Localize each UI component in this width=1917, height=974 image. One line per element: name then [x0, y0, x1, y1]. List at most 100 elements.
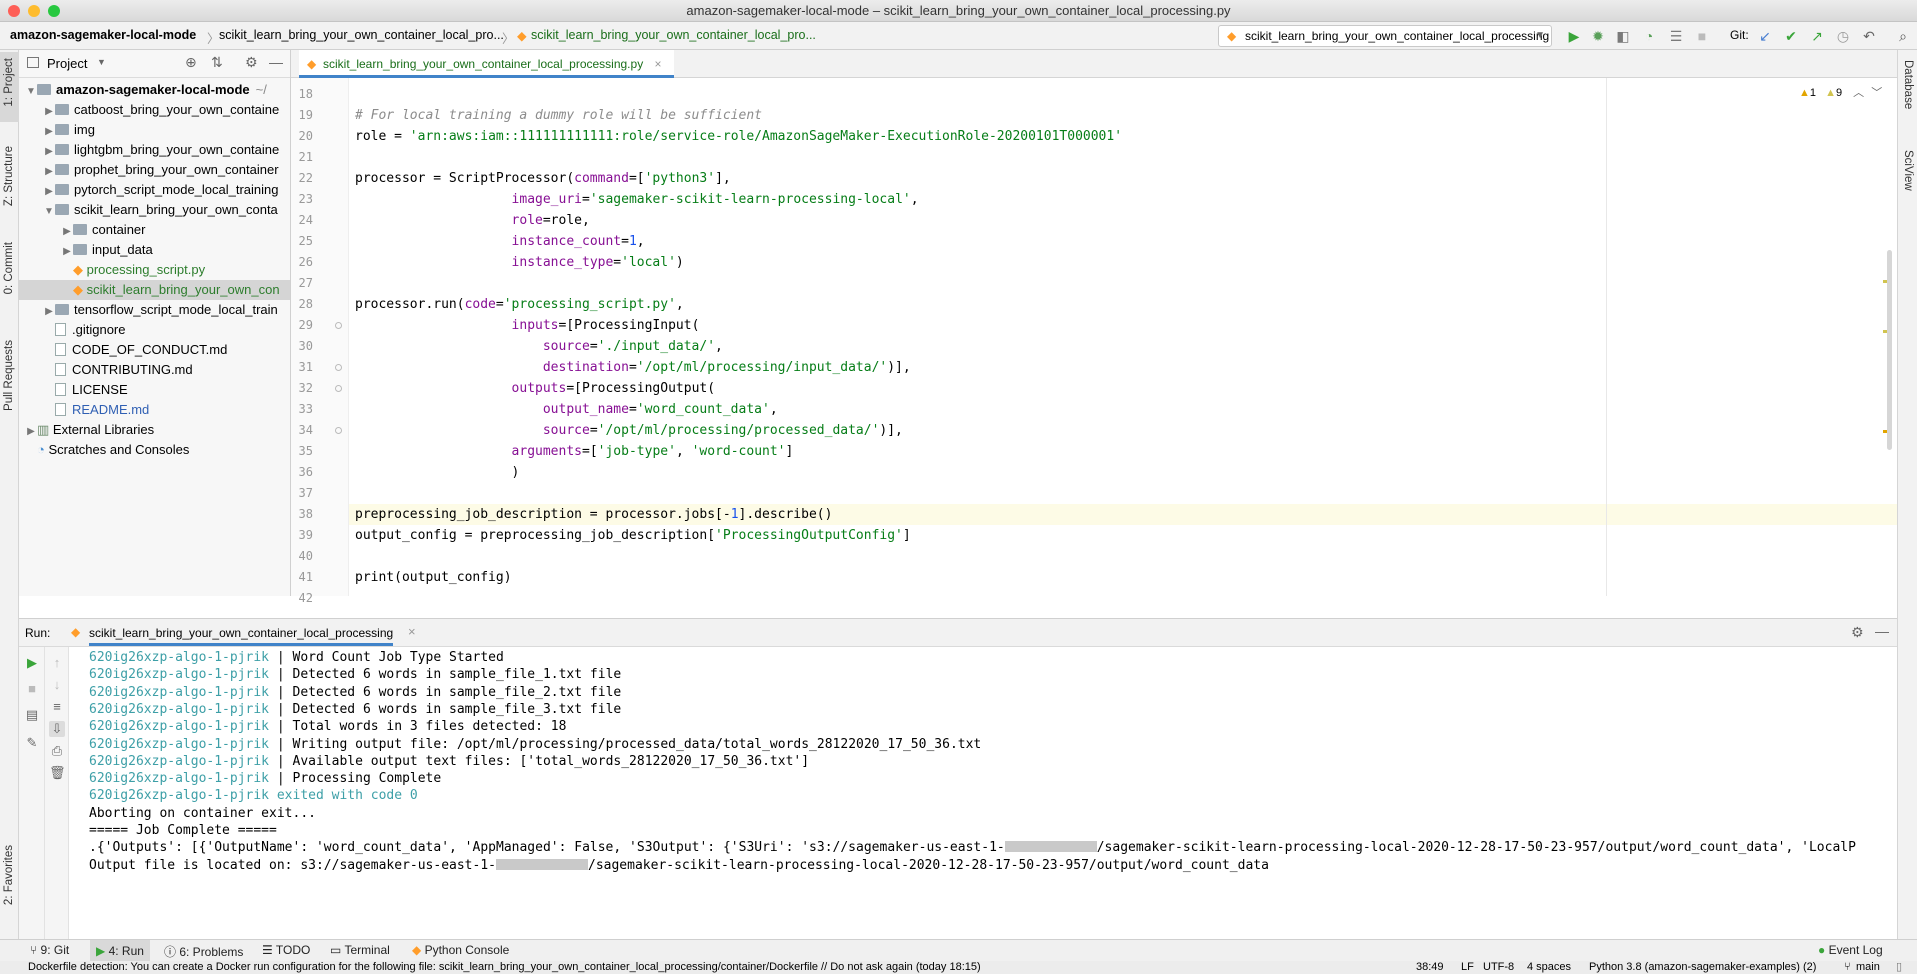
- run-tab[interactable]: scikit_learn_bring_your_own_container_lo…: [89, 626, 394, 646]
- breadcrumb-folder[interactable]: scikit_learn_bring_your_own_container_lo…: [219, 28, 504, 42]
- zoom-window-button[interactable]: [48, 5, 60, 17]
- soft-wrap-icon[interactable]: ≡: [49, 699, 65, 715]
- status-message[interactable]: Dockerfile detection: You can create a D…: [28, 961, 981, 974]
- chevron-right-icon[interactable]: ▶: [43, 182, 55, 202]
- fold-marker-icon[interactable]: [335, 427, 342, 434]
- inspection-widget[interactable]: ▲1 ▲9 ︿ ﹀: [1799, 84, 1882, 100]
- tree-item[interactable]: ▶ prophet_bring_your_own_container: [19, 160, 290, 182]
- tree-item[interactable]: ▶ ▥ External Libraries: [19, 420, 290, 442]
- locate-icon[interactable]: ⊕: [185, 54, 197, 71]
- breadcrumb-project[interactable]: amazon-sagemaker-local-mode: [10, 28, 196, 42]
- arrow-up-icon[interactable]: ↑: [49, 655, 65, 671]
- chevron-down-icon[interactable]: ▼: [43, 202, 55, 222]
- tree-item[interactable]: ▶ img: [19, 120, 290, 142]
- hide-panel-icon[interactable]: —: [269, 54, 283, 70]
- git-push-icon[interactable]: ↗: [1808, 27, 1826, 45]
- chevron-right-icon[interactable]: ▶: [61, 242, 73, 262]
- layout-icon[interactable]: ▤: [24, 707, 40, 723]
- pull-requests-tool-tab[interactable]: Pull Requests: [3, 340, 15, 411]
- tree-item[interactable]: .gitignore: [19, 320, 290, 340]
- tree-item[interactable]: ◆ scikit_learn_bring_your_own_con: [19, 280, 290, 300]
- arrow-down-icon[interactable]: ↓: [49, 677, 65, 693]
- favorites-tool-tab[interactable]: 2: Favorites: [3, 845, 15, 905]
- editor-scrollbar-thumb[interactable]: [1887, 250, 1892, 450]
- tree-item[interactable]: ▼ scikit_learn_bring_your_own_conta: [19, 200, 290, 222]
- debug-icon[interactable]: ✹: [1589, 27, 1607, 45]
- structure-tool-tab[interactable]: Z: Structure: [3, 146, 15, 206]
- editor-tab-active[interactable]: ◆ scikit_learn_bring_your_own_container_…: [299, 50, 674, 78]
- coverage-icon[interactable]: ◧: [1614, 27, 1632, 45]
- gear-icon[interactable]: ⚙: [245, 54, 258, 71]
- chevron-down-icon[interactable]: ﹀: [1871, 87, 1882, 99]
- tree-item[interactable]: README.md: [19, 400, 290, 420]
- git-commit-icon[interactable]: ✔: [1782, 27, 1800, 45]
- history-icon[interactable]: ◷: [1834, 27, 1852, 45]
- profile-icon[interactable]: ◔: [1640, 27, 1658, 45]
- git-branch[interactable]: main: [1856, 961, 1880, 974]
- tree-item[interactable]: ▶ catboost_bring_your_own_containe: [19, 100, 290, 122]
- chevron-right-icon[interactable]: ▶: [43, 142, 55, 162]
- tree-item[interactable]: ▶ lightgbm_bring_your_own_containe: [19, 140, 290, 162]
- close-tab-icon[interactable]: ×: [655, 57, 662, 71]
- search-icon[interactable]: ⌕: [1894, 27, 1912, 45]
- print-icon[interactable]: ⎙: [49, 743, 65, 759]
- chevron-right-icon[interactable]: ▶: [43, 302, 55, 322]
- tree-item[interactable]: ▼ amazon-sagemaker-local-mode ~/: [19, 80, 290, 102]
- tree-item[interactable]: ▶ input_data: [19, 240, 290, 262]
- event-log-tool-button[interactable]: ● Event Log: [1818, 943, 1883, 957]
- tree-item[interactable]: ◔ Scratches and Consoles: [19, 440, 290, 460]
- chevron-right-icon[interactable]: ▶: [43, 162, 55, 182]
- stop-icon[interactable]: ■: [24, 681, 40, 697]
- caret-position[interactable]: 38:49: [1416, 961, 1444, 974]
- tree-item[interactable]: CONTRIBUTING.md: [19, 360, 290, 380]
- close-tab-icon[interactable]: ×: [408, 624, 416, 639]
- problems-tool-button[interactable]: ⓘ 6: Problems: [164, 943, 243, 960]
- line-separator[interactable]: LF: [1461, 961, 1474, 974]
- commit-tool-tab[interactable]: 0: Commit: [3, 242, 15, 294]
- git-tool-button[interactable]: ⑂ 9: Git: [30, 943, 69, 957]
- breadcrumb-file[interactable]: scikit_learn_bring_your_own_container_lo…: [531, 28, 816, 42]
- chevron-down-icon[interactable]: ▼: [25, 82, 37, 102]
- trash-icon[interactable]: 🗑: [49, 765, 66, 781]
- project-view-label[interactable]: Project: [47, 56, 87, 71]
- chevron-up-icon[interactable]: ︿: [1853, 87, 1864, 99]
- collapse-all-icon[interactable]: ⇅: [211, 54, 223, 71]
- tree-item[interactable]: ▶ tensorflow_script_mode_local_train: [19, 300, 290, 322]
- fold-marker-icon[interactable]: [335, 364, 342, 371]
- fold-marker-icon[interactable]: [335, 385, 342, 392]
- tree-item[interactable]: ▶ pytorch_script_mode_local_training: [19, 180, 290, 202]
- minimize-window-button[interactable]: [28, 5, 40, 17]
- tree-item[interactable]: LICENSE: [19, 380, 290, 400]
- sciview-tool-tab[interactable]: SciView: [1902, 150, 1914, 191]
- chevron-right-icon[interactable]: ▶: [61, 222, 73, 242]
- database-tool-tab[interactable]: Database: [1902, 60, 1914, 109]
- gear-icon[interactable]: ⚙: [1851, 624, 1864, 641]
- scroll-to-end-icon[interactable]: ⇩: [49, 721, 65, 737]
- pin-icon[interactable]: ✎: [24, 735, 40, 751]
- todo-tool-button[interactable]: ☰ TODO: [262, 943, 310, 957]
- project-tool-tab[interactable]: 1: Project: [3, 58, 15, 107]
- hide-panel-icon[interactable]: —: [1875, 623, 1889, 639]
- tree-item[interactable]: ◆ processing_script.py: [19, 260, 290, 280]
- chevron-right-icon[interactable]: ▶: [43, 102, 55, 122]
- run-icon[interactable]: ▶: [1565, 27, 1583, 45]
- indent-setting[interactable]: 4 spaces: [1527, 961, 1571, 974]
- chevron-down-icon[interactable]: ▼: [97, 57, 106, 67]
- tree-item[interactable]: CODE_OF_CONDUCT.md: [19, 340, 290, 360]
- run-with-options-icon[interactable]: ☰: [1667, 27, 1685, 45]
- tree-item[interactable]: ▶ container: [19, 220, 290, 242]
- file-encoding[interactable]: UTF-8: [1483, 961, 1514, 974]
- close-window-button[interactable]: [8, 5, 20, 17]
- rollback-icon[interactable]: ↶: [1860, 27, 1878, 45]
- terminal-tool-button[interactable]: ▭ Terminal: [330, 943, 390, 957]
- run-configuration-select[interactable]: ◆ scikit_learn_bring_your_own_container_…: [1218, 25, 1552, 47]
- python-interpreter[interactable]: Python 3.8 (amazon-sagemaker-examples) (…: [1589, 961, 1816, 974]
- chevron-right-icon[interactable]: ▶: [25, 422, 37, 442]
- fold-marker-icon[interactable]: [335, 322, 342, 329]
- run-tool-button[interactable]: ▶ 4: Run: [90, 940, 150, 962]
- stop-icon[interactable]: ■: [1693, 27, 1711, 45]
- chevron-right-icon[interactable]: ▶: [43, 122, 55, 142]
- rerun-icon[interactable]: ▶: [24, 655, 40, 671]
- python-console-tool-button[interactable]: ◆ Python Console: [412, 943, 509, 957]
- git-update-icon[interactable]: ↙: [1756, 27, 1774, 45]
